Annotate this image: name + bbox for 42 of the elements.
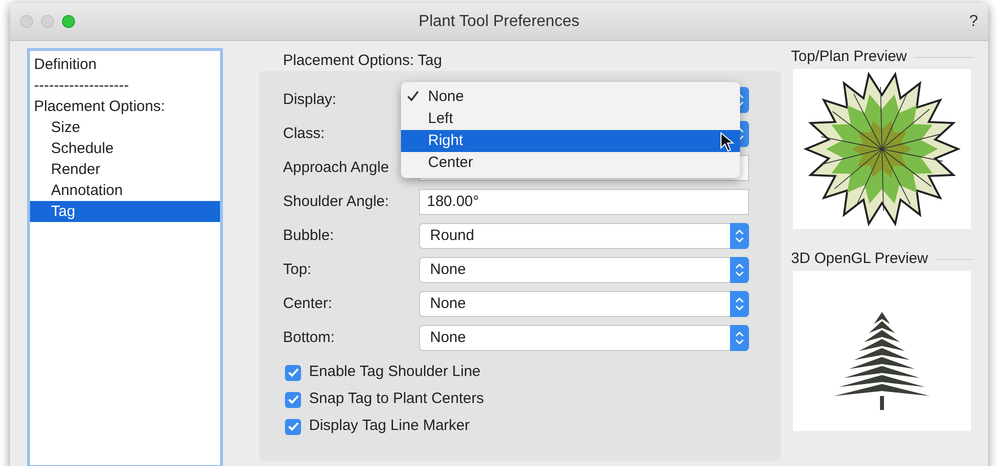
field-label: Approach Angle: [283, 158, 390, 178]
popup-button[interactable]: Round: [419, 223, 749, 249]
list-item[interactable]: -------------------: [30, 75, 220, 96]
field-label: Class:: [283, 124, 326, 144]
field-label: Center:: [283, 294, 334, 314]
popup-button[interactable]: None: [419, 257, 749, 283]
list-item[interactable]: Definition: [30, 54, 220, 75]
text-field[interactable]: 180.00°: [419, 189, 749, 215]
checkbox[interactable]: [285, 418, 301, 434]
zoom-button[interactable]: [62, 15, 75, 28]
menu-item[interactable]: None: [401, 86, 740, 108]
checkbox[interactable]: [285, 392, 301, 408]
checkbox-label: Display Tag Line Marker: [309, 416, 470, 436]
menu-item[interactable]: Center: [401, 152, 740, 174]
field-label: Top:: [283, 260, 312, 280]
popup-button[interactable]: None: [419, 325, 749, 351]
field-label: Shoulder Angle:: [283, 192, 390, 212]
list-item[interactable]: Schedule: [30, 138, 220, 159]
list-item[interactable]: Placement Options:: [30, 96, 220, 117]
stepper-icon: [730, 257, 749, 283]
popup-button[interactable]: None: [419, 291, 749, 317]
list-item[interactable]: Render: [30, 159, 220, 180]
help-button[interactable]: ?: [969, 12, 978, 30]
list-item[interactable]: Annotation: [30, 180, 220, 201]
stepper-icon: [730, 291, 749, 317]
list-item[interactable]: Size: [30, 117, 220, 138]
checkbox-label: Enable Tag Shoulder Line: [309, 362, 481, 382]
stepper-icon: [730, 325, 749, 351]
field-label: Display:: [283, 90, 338, 110]
preview-title: Top/Plan Preview: [791, 47, 907, 67]
pointer-icon: [720, 132, 734, 152]
stepper-icon: [730, 223, 749, 249]
field-label: Bubble:: [283, 226, 335, 246]
preview-title: 3D OpenGL Preview: [791, 249, 928, 269]
menu-item[interactable]: Left: [401, 108, 740, 130]
menu-item[interactable]: Right: [401, 130, 740, 152]
list-item[interactable]: Tag: [30, 201, 220, 222]
window-title: Plant Tool Preferences: [418, 12, 580, 30]
checkbox[interactable]: [285, 364, 301, 380]
checkbox-label: Snap Tag to Plant Centers: [309, 389, 484, 410]
field-label: Bottom:: [283, 328, 336, 348]
section-title: Placement Options: Tag: [282, 51, 443, 71]
